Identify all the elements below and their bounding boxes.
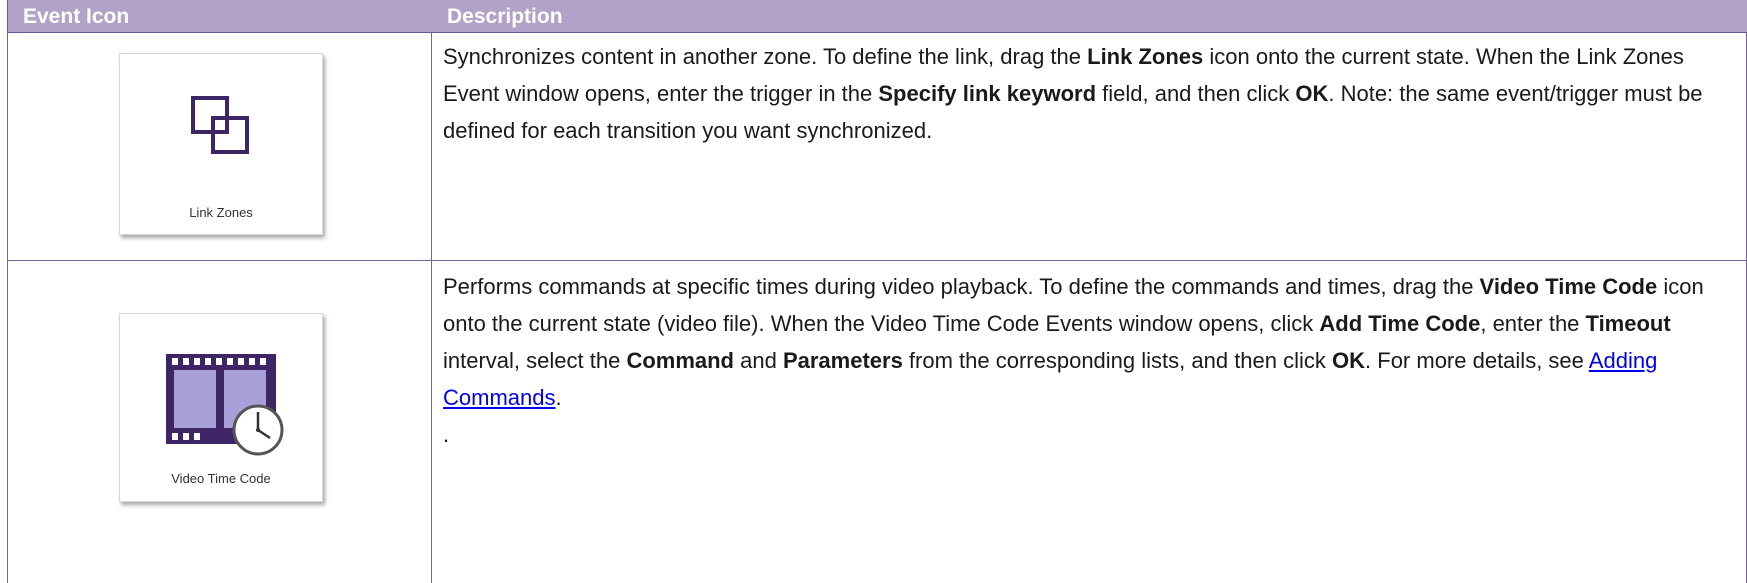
table-row: Link Zones Synchronizes content in anoth… xyxy=(7,33,1747,261)
bold-term: Specify link keyword xyxy=(878,81,1097,106)
link-zones-description: Synchronizes content in another zone. To… xyxy=(443,44,1703,143)
header-description: Description xyxy=(447,5,563,28)
bold-term: Command xyxy=(626,348,734,373)
event-icon-cell: Link Zones xyxy=(7,33,432,260)
trailing-period: . xyxy=(443,422,450,447)
header-event-icon: Event Icon xyxy=(7,0,432,32)
table-row: Video Time Code Performs commands at spe… xyxy=(7,261,1747,583)
bold-term: Timeout xyxy=(1585,311,1671,336)
table-header-row: Event Icon Description xyxy=(7,0,1747,33)
link-zones-icon xyxy=(191,96,249,154)
bold-term: Add Time Code xyxy=(1319,311,1481,336)
bold-term: Parameters xyxy=(782,348,903,373)
video-time-code-tile[interactable]: Video Time Code xyxy=(119,313,323,502)
video-time-code-label: Video Time Code xyxy=(171,471,271,486)
description-cell: Performs commands at specific times duri… xyxy=(432,261,1747,583)
link-zones-tile[interactable]: Link Zones xyxy=(119,53,323,235)
bold-term: OK xyxy=(1295,81,1329,106)
bold-term: Link Zones xyxy=(1087,44,1204,69)
video-time-code-icon xyxy=(166,354,284,456)
video-time-code-description: Performs commands at specific times duri… xyxy=(443,274,1704,410)
link-zones-label: Link Zones xyxy=(189,205,253,220)
description-cell: Synchronizes content in another zone. To… xyxy=(432,33,1747,260)
bold-term: OK xyxy=(1332,348,1366,373)
event-icon-cell: Video Time Code xyxy=(7,261,432,583)
event-icon-table: Event Icon Description Link Zones Synchr… xyxy=(7,0,1747,583)
bold-term: Video Time Code xyxy=(1479,274,1658,299)
